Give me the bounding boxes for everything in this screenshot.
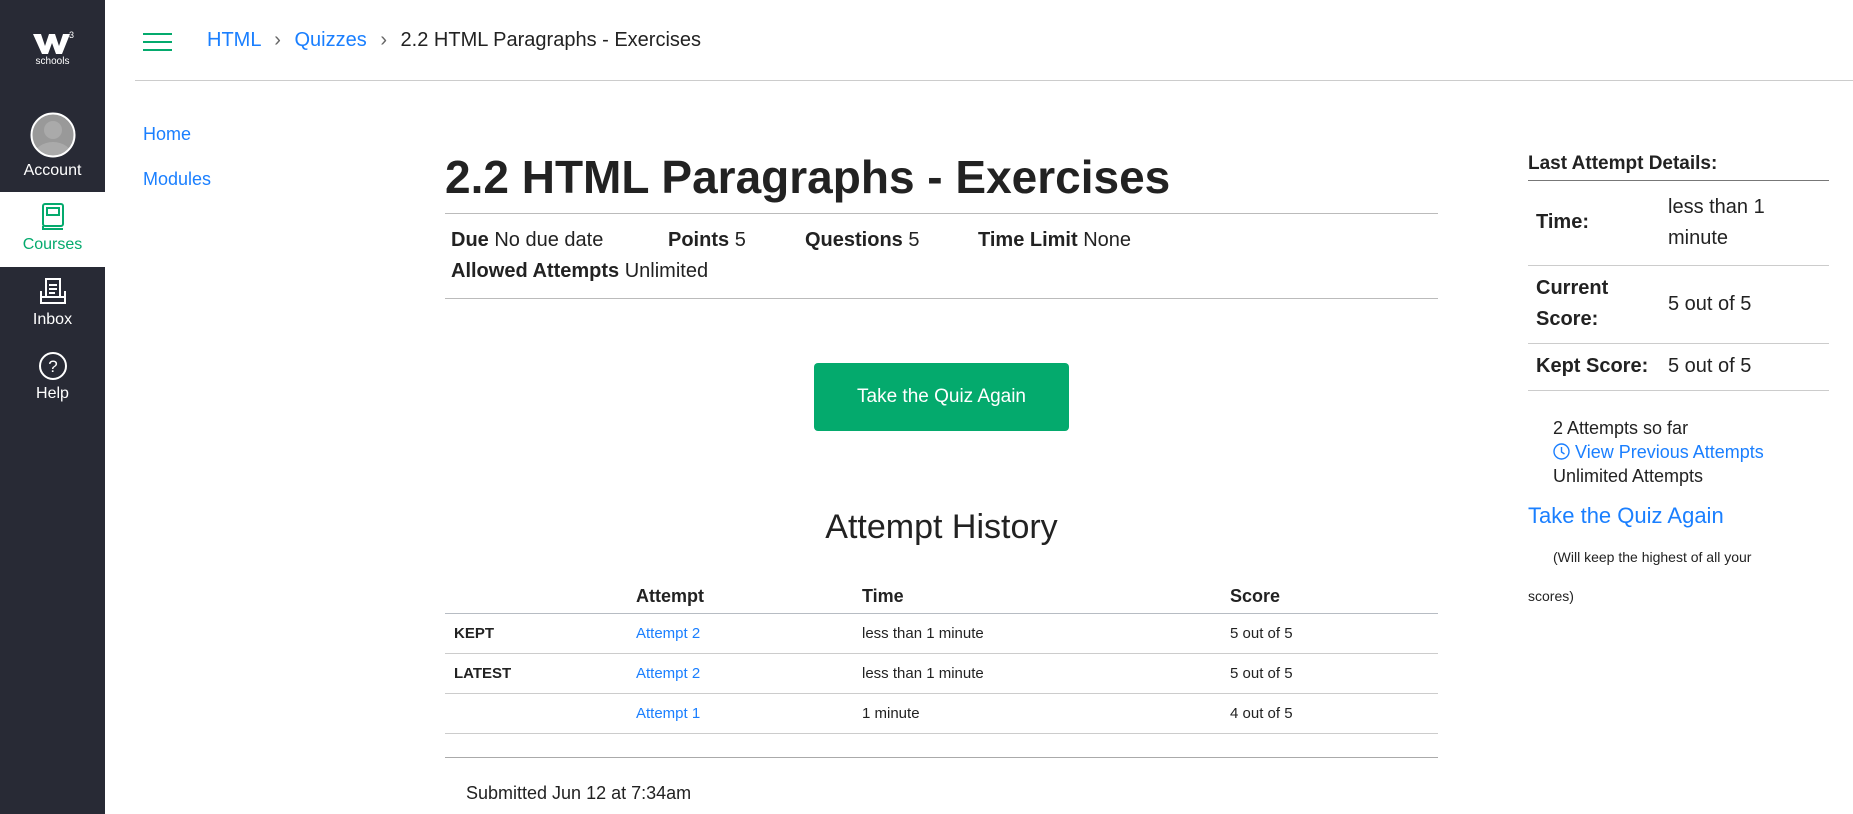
- view-previous-attempts-link[interactable]: View Previous Attempts: [1553, 440, 1764, 464]
- svg-text:?: ?: [48, 357, 57, 376]
- inbox-icon: [39, 278, 66, 304]
- sidebar-item-help[interactable]: ? Help: [0, 351, 105, 403]
- kept-score-value: 5 out of 5: [1668, 343, 1829, 391]
- hamburger-icon: [143, 33, 172, 51]
- attempt-link[interactable]: Attempt 1: [636, 705, 700, 722]
- attempt-link[interactable]: Attempt 2: [636, 625, 700, 642]
- attempt-history-title: Attempt History: [825, 508, 1058, 546]
- sidebar-item-label: Account: [23, 162, 82, 179]
- row-tag: KEPT: [445, 613, 636, 654]
- attempt-history-table: Attempt Time Score KEPT Attempt 2 less t…: [445, 580, 1438, 734]
- table-row: Attempt 1 1 minute 4 out of 5: [445, 693, 1438, 734]
- column-header-score: Score: [1230, 580, 1438, 614]
- attempt-link[interactable]: Attempt 2: [636, 665, 700, 682]
- meta-points: Points 5: [668, 229, 746, 251]
- keep-highest-note: (Will keep the highest of all your score…: [1528, 549, 1752, 604]
- book-icon: [41, 203, 64, 230]
- attempt-time: 1 minute: [862, 693, 1230, 734]
- kept-score-label: Kept Score:: [1528, 343, 1668, 391]
- meta-allowed-attempts: Allowed Attempts Unlimited: [451, 260, 709, 282]
- last-attempt-table: Time: less than 1 minute Current Score: 5 …: [1528, 181, 1829, 391]
- meta-due: Due No due date: [451, 229, 604, 251]
- attempts-count: 2 Attempts so far: [1553, 418, 1689, 438]
- column-header-attempt: Attempt: [636, 580, 862, 614]
- sidebar-item-inbox[interactable]: Inbox: [0, 277, 105, 329]
- logo-text: schools: [35, 56, 70, 67]
- table-row: LATEST Attempt 2 less than 1 minute 5 ou…: [445, 653, 1438, 694]
- clock-icon: [1553, 443, 1570, 460]
- nav-home[interactable]: Home: [143, 124, 191, 145]
- meta-questions: Questions 5: [805, 229, 920, 251]
- sidebar: 3 schools Account Courses Inbox ? Help: [0, 0, 105, 814]
- sidebar-item-label: Help: [36, 385, 69, 402]
- attempt-score: 5 out of 5: [1230, 653, 1438, 694]
- sidebar-item-courses[interactable]: Courses: [0, 192, 105, 267]
- row-tag: [445, 693, 636, 734]
- breadcrumb-quizzes[interactable]: Quizzes: [295, 29, 367, 51]
- attempt-time: less than 1 minute: [862, 613, 1230, 654]
- table-header: Attempt Time Score: [445, 580, 1438, 614]
- avatar-icon: [30, 112, 75, 158]
- row-tag: LATEST: [445, 653, 636, 694]
- attempt-score: 5 out of 5: [1230, 613, 1438, 654]
- breadcrumb-current: 2.2 HTML Paragraphs - Exercises: [400, 29, 702, 51]
- column-header-time: Time: [862, 580, 1230, 614]
- header-divider: [135, 80, 1853, 81]
- current-score-value: 5 out of 5: [1668, 265, 1829, 344]
- help-icon: ?: [38, 352, 67, 380]
- unlimited-attempts-text: Unlimited Attempts: [1553, 466, 1704, 486]
- attempt-score: 4 out of 5: [1230, 693, 1438, 734]
- chevron-right-icon: ›: [274, 29, 281, 51]
- page-title: 2.2 HTML Paragraphs - Exercises: [445, 151, 1171, 203]
- sidebar-item-label: Courses: [22, 236, 83, 253]
- take-quiz-again-button[interactable]: Take the Quiz Again: [814, 363, 1069, 431]
- w3schools-logo[interactable]: 3 schools: [0, 30, 105, 67]
- chevron-right-icon: ›: [380, 29, 387, 51]
- sidebar-item-label: Inbox: [32, 311, 73, 328]
- time-value: less than 1 minute: [1668, 181, 1829, 266]
- nav-modules[interactable]: Modules: [143, 169, 211, 190]
- sidebar-item-account[interactable]: Account: [0, 112, 105, 192]
- take-quiz-again-link[interactable]: Take the Quiz Again: [1528, 503, 1724, 529]
- svg-text:3: 3: [69, 30, 74, 40]
- breadcrumb-html[interactable]: HTML: [207, 29, 261, 51]
- submitted-text: Submitted Jun 12 at 7:34am: [466, 783, 692, 803]
- table-row: KEPT Attempt 2 less than 1 minute 5 out …: [445, 613, 1438, 654]
- attempt-time: less than 1 minute: [862, 653, 1230, 694]
- meta-time-limit: Time Limit None: [978, 229, 1132, 251]
- menu-toggle-button[interactable]: [143, 32, 172, 57]
- last-attempt-heading: Last Attempt Details:: [1528, 153, 1829, 181]
- breadcrumb: HTML › Quizzes › 2.2 HTML Paragraphs - E…: [207, 29, 701, 52]
- time-label: Time:: [1528, 181, 1668, 266]
- column-header: [445, 580, 636, 614]
- current-score-label: Current Score:: [1528, 265, 1668, 344]
